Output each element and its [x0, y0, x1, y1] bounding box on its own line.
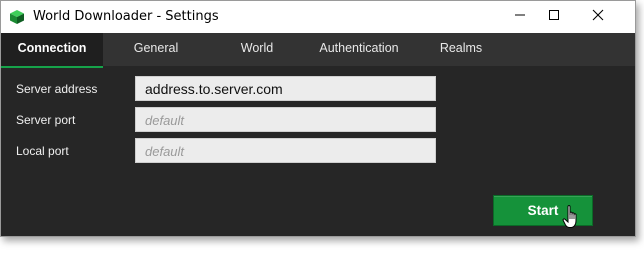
minimize-icon: [514, 8, 526, 26]
tab-connection[interactable]: Connection: [1, 33, 103, 68]
server-port-input[interactable]: [135, 107, 436, 132]
server-address-input[interactable]: [135, 76, 436, 101]
tab-bar: Connection General World Authentication …: [1, 33, 635, 68]
close-icon: [592, 8, 604, 26]
hand-pointer-icon: [562, 204, 584, 230]
tab-realms[interactable]: Realms: [427, 33, 495, 66]
settings-window: World Downloader - Settings Connection G…: [0, 0, 636, 237]
close-button[interactable]: [575, 1, 621, 33]
maximize-button[interactable]: [531, 1, 577, 33]
tab-authentication[interactable]: Authentication: [307, 33, 411, 66]
maximize-icon: [548, 8, 560, 26]
server-port-label: Server port: [16, 113, 76, 127]
local-port-label: Local port: [16, 144, 69, 158]
tab-world[interactable]: World: [227, 33, 287, 66]
local-port-input[interactable]: [135, 138, 436, 163]
tab-general[interactable]: General: [118, 33, 194, 66]
title-bar[interactable]: World Downloader - Settings: [1, 1, 635, 33]
window-title: World Downloader - Settings: [33, 9, 219, 24]
green-cube-icon: [9, 9, 25, 25]
server-address-label: Server address: [16, 82, 98, 96]
